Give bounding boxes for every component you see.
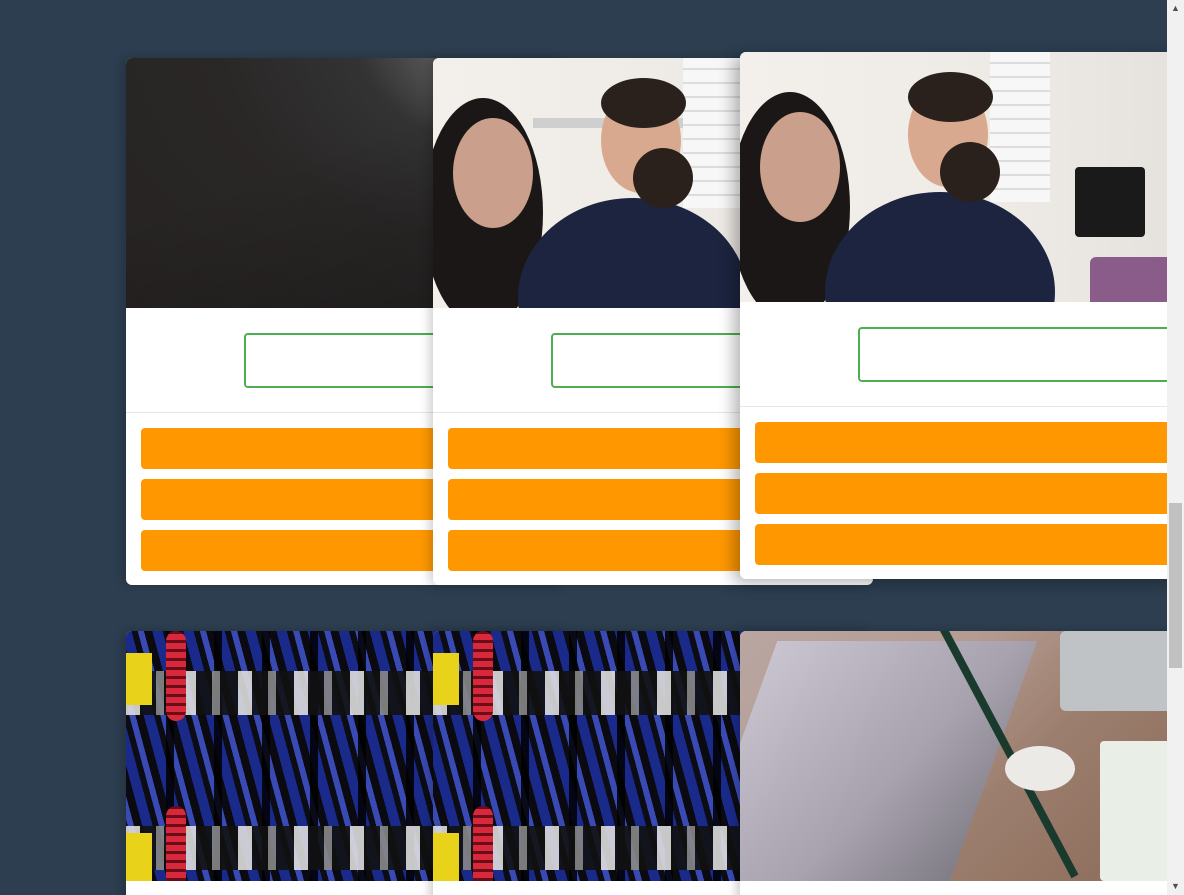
card-actions — [755, 422, 1167, 575]
card-image — [740, 52, 1167, 302]
card-grid — [0, 0, 1167, 895]
card-body — [740, 302, 1167, 407]
vertical-scrollbar[interactable]: ▲ ▼ — [1167, 0, 1184, 895]
scrollbar-thumb[interactable] — [1169, 503, 1182, 668]
action-button-2[interactable] — [755, 473, 1167, 514]
action-button-1[interactable] — [755, 422, 1167, 463]
card-image — [740, 631, 1167, 881]
action-button-3[interactable] — [755, 524, 1167, 565]
scroll-up-arrow-icon[interactable]: ▲ — [1167, 0, 1184, 17]
card-hovered — [740, 52, 1167, 579]
outline-button[interactable] — [858, 327, 1167, 382]
scroll-down-arrow-icon[interactable]: ▼ — [1167, 878, 1184, 895]
card — [740, 631, 1167, 895]
